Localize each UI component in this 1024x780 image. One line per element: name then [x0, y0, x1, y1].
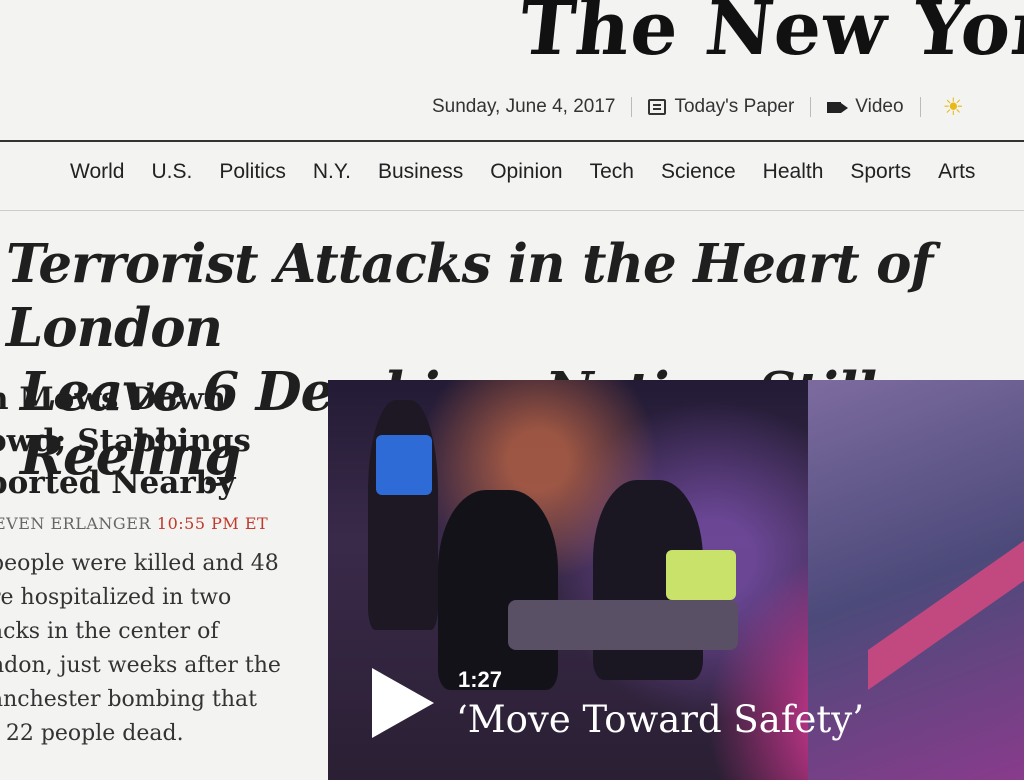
play-icon[interactable] — [372, 668, 434, 738]
masthead-logo[interactable]: The New York — [515, 0, 1024, 72]
divider — [810, 97, 812, 117]
summary-line: re hospitalized in two — [0, 585, 232, 610]
nav-item-world[interactable]: World — [70, 160, 124, 184]
section-nav: World U.S. Politics N.Y. Business Opinio… — [70, 160, 1024, 184]
video-link[interactable]: Video — [827, 96, 904, 118]
video-camera-icon — [827, 101, 849, 113]
subheadline-line: ported Nearby — [0, 465, 236, 501]
subheadline-line: owd; Stabbings — [0, 423, 251, 459]
nav-item-health[interactable]: Health — [763, 160, 824, 184]
nav-item-business[interactable]: Business — [378, 160, 463, 184]
nav-item-ny[interactable]: N.Y. — [313, 160, 351, 184]
summary-line: acks in the center of — [0, 619, 219, 644]
headline-line-1: Terrorist Attacks in the Heart of London — [6, 233, 933, 359]
nav-item-arts[interactable]: Arts — [938, 160, 975, 184]
date-bar: Sunday, June 4, 2017 Today's Paper Video… — [432, 92, 1024, 122]
officer-figure — [438, 490, 558, 690]
summary-line: anchester bombing that — [0, 687, 257, 712]
video-label: Video — [855, 96, 904, 117]
nav-item-science[interactable]: Science — [661, 160, 736, 184]
nav-item-politics[interactable]: Politics — [219, 160, 286, 184]
story-subheadline[interactable]: n Mows Down owd; Stabbings ported Nearby — [0, 378, 300, 504]
todays-paper-link[interactable]: Today's Paper — [648, 96, 794, 118]
video-thumbnail[interactable]: 1:27 ‘Move Toward Safety’ — [328, 380, 1024, 780]
summary-line: people were killed and 48 — [0, 551, 279, 576]
summary-line: t 22 people dead. — [0, 721, 184, 746]
subheadline-line: n Mows Down — [0, 381, 227, 417]
hi-vis-vest — [666, 550, 736, 600]
hi-vis-vest — [376, 435, 432, 495]
todays-paper-label: Today's Paper — [674, 96, 795, 117]
divider — [919, 97, 921, 117]
nav-item-us[interactable]: U.S. — [151, 160, 192, 184]
nav-item-sports[interactable]: Sports — [850, 160, 911, 184]
nav-item-tech[interactable]: Tech — [590, 160, 634, 184]
story-summary: people were killed and 48 re hospitalize… — [0, 547, 300, 751]
timestamp: 10:55 PM ET — [156, 514, 269, 533]
nav-rule — [0, 210, 1024, 211]
sun-icon[interactable]: ☀ — [943, 93, 965, 122]
lead-story: n Mows Down owd; Stabbings ported Nearby… — [0, 378, 300, 751]
author-name[interactable]: EVEN ERLANGER — [0, 514, 151, 533]
video-title[interactable]: ‘Move Toward Safety’ — [456, 698, 864, 741]
nav-item-opinion[interactable]: Opinion — [490, 160, 562, 184]
video-duration: 1:27 — [458, 667, 503, 692]
current-date: Sunday, June 4, 2017 — [432, 96, 616, 117]
divider — [631, 97, 633, 117]
byline: EVEN ERLANGER 10:55 PM ET — [0, 514, 300, 533]
header-rule — [0, 140, 1024, 142]
stretcher — [508, 600, 738, 650]
summary-line: ndon, just weeks after the — [0, 653, 281, 678]
newspaper-icon — [648, 99, 667, 115]
